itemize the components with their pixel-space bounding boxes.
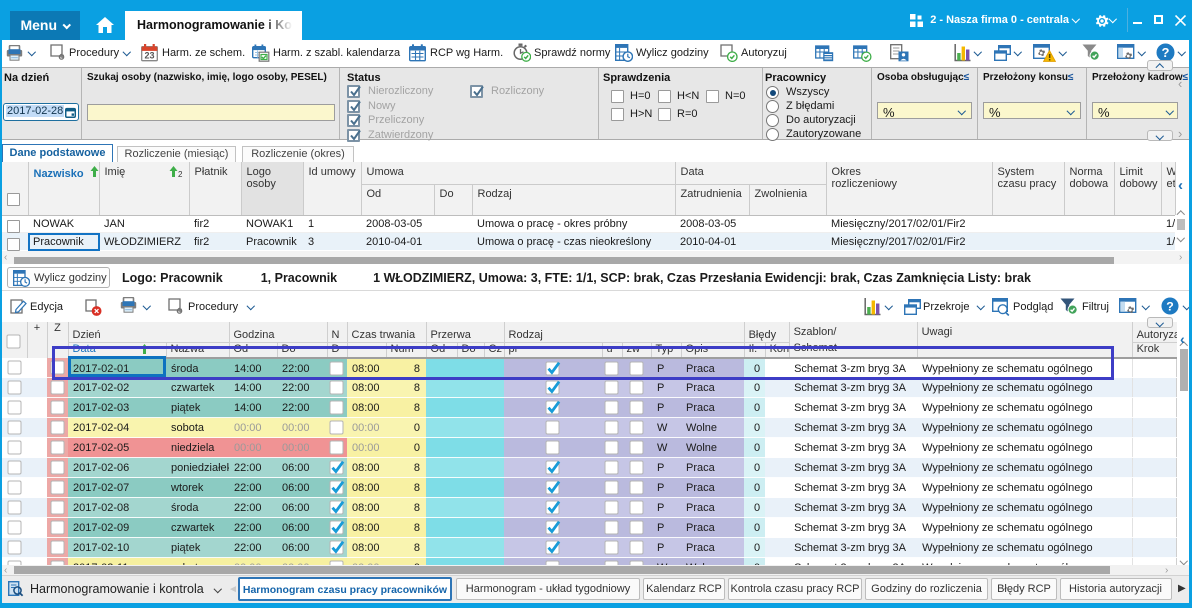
svg-text:?: ? (1166, 299, 1174, 313)
svg-text:23: 23 (144, 51, 154, 61)
svg-text:?: ? (1162, 45, 1170, 60)
